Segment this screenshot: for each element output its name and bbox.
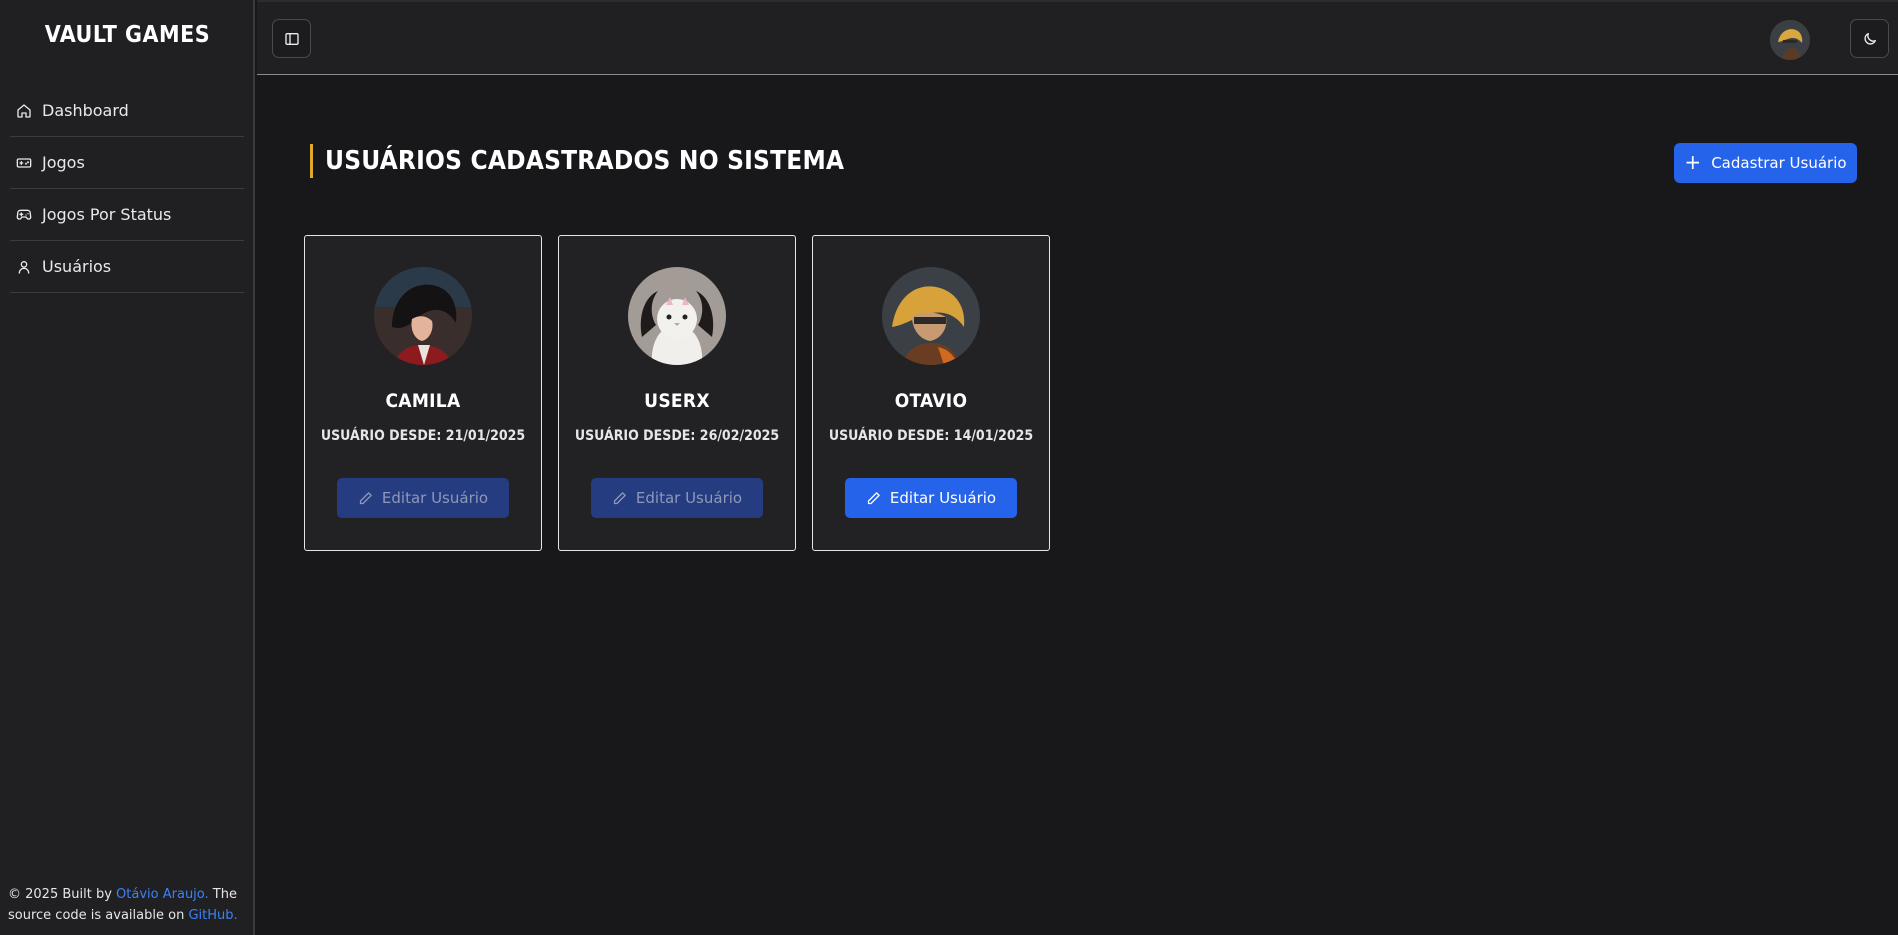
controller-icon (16, 209, 32, 220)
avatar-image (1770, 20, 1810, 60)
sidebar-toggle-button[interactable] (272, 19, 311, 58)
topbar (257, 0, 1898, 75)
plus-icon: + (1684, 150, 1702, 174)
pencil-icon (867, 491, 880, 504)
edit-user-label: Editar Usuário (635, 489, 743, 507)
user-since: USUÁRIO DESDE: 21/01/2025 (320, 428, 526, 444)
user-name: USERX (644, 390, 710, 412)
moon-icon (1863, 32, 1876, 45)
user-name: OTAVIO (894, 390, 968, 412)
pencil-icon (613, 491, 626, 504)
page-title: USUÁRIOS CADASTRADOS NO SISTEMA (325, 146, 845, 176)
theme-toggle-button[interactable] (1850, 19, 1889, 58)
avatar-image (882, 267, 980, 365)
sidebar-item-jogos-por-status[interactable]: Jogos Por Status (10, 189, 244, 241)
edit-user-label: Editar Usuário (889, 489, 997, 507)
sidebar-toggle-icon (284, 32, 299, 45)
sidebar: VAULT GAMES Dashboard Jogos Jogos Por St… (0, 0, 255, 935)
sidebar-item-label: Dashboard (42, 101, 129, 120)
author-link[interactable]: Otávio Araujo. (116, 887, 209, 902)
avatar (882, 267, 980, 365)
avatar (374, 267, 472, 365)
user-since: USUÁRIO DESDE: 14/01/2025 (828, 428, 1034, 444)
user-name: CAMILA (385, 390, 461, 412)
title-accent-bar (310, 144, 313, 178)
footer-prefix: © 2025 Built by (8, 887, 117, 902)
sidebar-item-dashboard[interactable]: Dashboard (10, 85, 244, 137)
add-user-label: Cadastrar Usuário (1711, 154, 1847, 172)
page-header: USUÁRIOS CADASTRADOS NO SISTEMA (310, 143, 844, 179)
sidebar-nav: Dashboard Jogos Jogos Por Status Usuário… (10, 85, 244, 293)
sidebar-item-usuarios[interactable]: Usuários (10, 241, 244, 293)
edit-user-button[interactable]: Editar Usuário (337, 478, 509, 518)
edit-user-button[interactable]: Editar Usuário (591, 478, 763, 518)
avatar[interactable] (1770, 20, 1810, 60)
sidebar-item-jogos[interactable]: Jogos (10, 137, 244, 189)
sidebar-footer: © 2025 Built by Otávio Araujo. The sourc… (8, 884, 248, 926)
brand-logo[interactable]: VAULT GAMES (0, 22, 255, 48)
sidebar-item-label: Jogos (42, 153, 85, 172)
user-since: USUÁRIO DESDE: 26/02/2025 (574, 428, 780, 444)
user-card: OTAVIO USUÁRIO DESDE: 14/01/2025 Editar … (812, 235, 1050, 551)
avatar (628, 267, 726, 365)
user-card: USERX USUÁRIO DESDE: 26/02/2025 Editar U… (558, 235, 796, 551)
avatar-image (628, 267, 726, 365)
edit-user-button[interactable]: Editar Usuário (845, 478, 1017, 518)
edit-user-label: Editar Usuário (381, 489, 489, 507)
sidebar-item-label: Usuários (42, 257, 112, 276)
user-icon (18, 260, 30, 274)
gamepad-icon (16, 157, 32, 168)
home-icon (17, 103, 31, 118)
sidebar-item-label: Jogos Por Status (42, 205, 172, 224)
pencil-icon (359, 491, 372, 504)
user-card: CAMILA USUÁRIO DESDE: 21/01/2025 Editar … (304, 235, 542, 551)
github-link[interactable]: GitHub. (188, 908, 237, 923)
avatar-image (374, 267, 472, 365)
add-user-button[interactable]: + Cadastrar Usuário (1674, 143, 1857, 183)
